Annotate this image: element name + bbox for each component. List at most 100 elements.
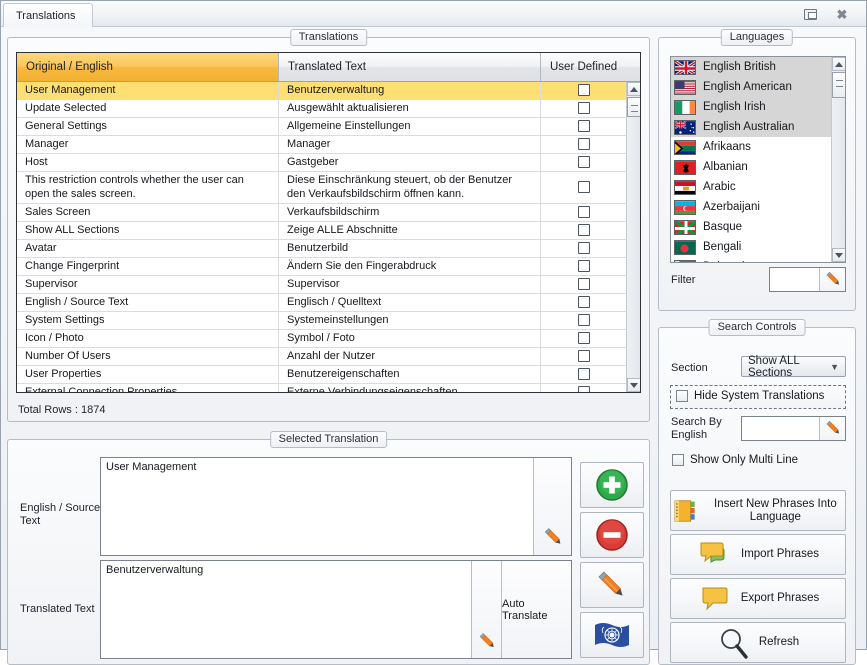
cell-user-defined[interactable]	[541, 366, 626, 383]
checkbox-icon[interactable]	[578, 84, 590, 96]
cell-user-defined[interactable]	[541, 312, 626, 329]
table-row[interactable]: User PropertiesBenutzereigenschaften	[17, 366, 626, 384]
languages-scroll-up-button[interactable]	[832, 57, 846, 71]
list-item[interactable]: Albanian	[671, 157, 831, 177]
cell-user-defined[interactable]	[541, 258, 626, 275]
cell-user-defined[interactable]	[541, 118, 626, 135]
auto-translate-button[interactable]: Auto Translate	[501, 561, 571, 658]
filter-input[interactable]	[770, 268, 819, 291]
united-nations-button[interactable]	[580, 612, 644, 658]
cell-user-defined[interactable]	[541, 240, 626, 257]
table-row[interactable]: External Connection PropertiesExterne Ve…	[17, 384, 626, 392]
table-row[interactable]: Show ALL SectionsZeige ALLE Abschnitte	[17, 222, 626, 240]
checkbox-icon[interactable]	[578, 350, 590, 362]
languages-listbox[interactable]: English BritishEnglish AmericanEnglish I…	[670, 56, 846, 263]
checkbox-icon[interactable]	[578, 102, 590, 114]
scroll-down-button[interactable]	[627, 378, 641, 392]
table-row[interactable]: HostGastgeber	[17, 154, 626, 172]
cell-user-defined[interactable]	[541, 222, 626, 239]
cell-user-defined[interactable]	[541, 294, 626, 311]
table-row[interactable]: General SettingsAllgemeine Einstellungen	[17, 118, 626, 136]
list-item[interactable]: English Australian	[671, 117, 831, 137]
table-row[interactable]: Icon / PhotoSymbol / Foto	[17, 330, 626, 348]
list-item[interactable]: Belarusian	[671, 257, 831, 262]
search-by-english-input[interactable]	[742, 417, 819, 440]
translated-edit-button[interactable]	[471, 561, 501, 658]
add-translation-button[interactable]	[580, 462, 644, 508]
export-phrases-button[interactable]: Export Phrases	[670, 578, 846, 619]
checkbox-icon[interactable]	[578, 242, 590, 254]
languages-scroll-down-button[interactable]	[832, 248, 846, 262]
refresh-button[interactable]: Refresh	[670, 622, 846, 663]
search-by-english-edit-button[interactable]	[819, 417, 845, 440]
checkbox-icon[interactable]	[578, 206, 590, 218]
column-header-user-defined[interactable]: User Defined	[541, 53, 640, 81]
column-header-original-english[interactable]: Original / English	[17, 53, 279, 81]
checkbox-icon[interactable]	[578, 386, 590, 392]
import-phrases-button[interactable]: Import Phrases	[670, 534, 846, 575]
english-source-text-box[interactable]: User Management	[100, 457, 572, 556]
languages-scrollbar-thumb[interactable]	[832, 72, 846, 98]
table-row[interactable]: This restriction controls whether the us…	[17, 172, 626, 204]
section-dropdown[interactable]: Show ALL Sections ▼	[741, 356, 846, 377]
edit-translation-button[interactable]	[580, 562, 644, 608]
insert-new-phrases-button[interactable]: Insert New Phrases Into Language	[670, 490, 846, 531]
checkbox-icon[interactable]	[578, 120, 590, 132]
cell-user-defined[interactable]	[541, 136, 626, 153]
cell-user-defined[interactable]	[541, 172, 626, 203]
checkbox-icon[interactable]	[578, 278, 590, 290]
list-item[interactable]: Arabic	[671, 177, 831, 197]
remove-translation-button[interactable]	[580, 512, 644, 558]
cell-user-defined[interactable]	[541, 276, 626, 293]
cell-user-defined[interactable]	[541, 82, 626, 99]
cell-user-defined[interactable]	[541, 100, 626, 117]
cell-user-defined[interactable]	[541, 384, 626, 392]
table-row[interactable]: SupervisorSupervisor	[17, 276, 626, 294]
filter-field[interactable]	[769, 267, 846, 292]
english-source-edit-button[interactable]	[533, 458, 571, 555]
cell-user-defined[interactable]	[541, 330, 626, 347]
hide-system-translations-checkbox[interactable]: Hide System Translations	[676, 390, 824, 402]
filter-edit-button[interactable]	[819, 268, 845, 291]
search-by-english-field[interactable]	[741, 416, 846, 441]
table-row[interactable]: AvatarBenutzerbild	[17, 240, 626, 258]
column-header-translated-text[interactable]: Translated Text	[279, 53, 541, 81]
list-item[interactable]: Azerbaijani	[671, 197, 831, 217]
checkbox-icon[interactable]	[578, 368, 590, 380]
table-row[interactable]: English / Source TextEnglisch / Quelltex…	[17, 294, 626, 312]
checkbox-icon[interactable]	[578, 156, 590, 168]
list-item[interactable]: English British	[671, 57, 831, 77]
close-button[interactable]: ✖	[830, 5, 854, 23]
cell-user-defined[interactable]	[541, 348, 626, 365]
grid-vertical-scrollbar[interactable]	[626, 82, 640, 392]
checkbox-icon[interactable]	[578, 260, 590, 272]
window-title-tab[interactable]: Translations	[3, 3, 93, 28]
list-item[interactable]: English American	[671, 77, 831, 97]
list-item[interactable]: Basque	[671, 217, 831, 237]
scrollbar-thumb[interactable]	[627, 97, 641, 117]
cell-user-defined[interactable]	[541, 204, 626, 221]
list-item[interactable]: Afrikaans	[671, 137, 831, 157]
scroll-up-button[interactable]	[627, 82, 641, 96]
checkbox-icon[interactable]	[578, 314, 590, 326]
translated-text-box[interactable]: Benutzerverwaltung Auto Translate	[100, 560, 572, 659]
checkbox-icon[interactable]	[578, 296, 590, 308]
checkbox-icon[interactable]	[578, 224, 590, 236]
table-row[interactable]: ManagerManager	[17, 136, 626, 154]
show-only-multi-line-checkbox[interactable]: Show Only Multi Line	[672, 454, 798, 466]
table-row[interactable]: Change FingerprintÄndern Sie den Fingera…	[17, 258, 626, 276]
table-row[interactable]: Sales ScreenVerkaufsbildschirm	[17, 204, 626, 222]
languages-scrollbar[interactable]	[831, 57, 845, 262]
checkbox-icon[interactable]	[578, 138, 590, 150]
table-row[interactable]: System SettingsSystemeinstellungen	[17, 312, 626, 330]
translations-grid[interactable]: Original / English Translated Text User …	[16, 52, 641, 393]
checkbox-icon[interactable]	[578, 332, 590, 344]
table-row[interactable]: User ManagementBenutzerverwaltung	[17, 82, 626, 100]
list-item[interactable]: Bengali	[671, 237, 831, 257]
checkbox-icon[interactable]	[578, 181, 590, 193]
table-row[interactable]: Number Of UsersAnzahl der Nutzer	[17, 348, 626, 366]
table-row[interactable]: Update SelectedAusgewählt aktualisieren	[17, 100, 626, 118]
restore-button[interactable]	[798, 5, 822, 23]
cell-user-defined[interactable]	[541, 154, 626, 171]
list-item[interactable]: English Irish	[671, 97, 831, 117]
